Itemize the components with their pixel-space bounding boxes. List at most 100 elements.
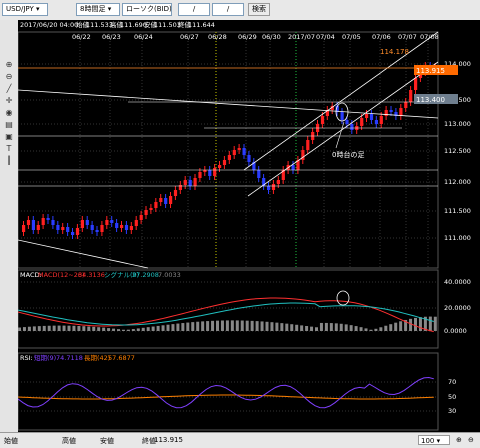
status-high-label: 高値 (62, 437, 76, 445)
candle-body (374, 120, 378, 124)
date-axis-label: 06/24 (134, 33, 153, 41)
macd-histogram-bar (67, 325, 71, 331)
candle-body (61, 227, 65, 230)
macd-histogram-bar (418, 317, 422, 331)
candle-body (100, 225, 104, 232)
candle-body (105, 220, 109, 225)
candle-body (227, 155, 231, 160)
rsi-frame (17, 352, 439, 431)
candle-body (144, 210, 148, 215)
candle-body (188, 180, 192, 186)
macd-histogram-bar (117, 329, 120, 331)
bar-count-select[interactable]: 100 ▾ (418, 435, 450, 445)
macd-histogram-bar (409, 318, 413, 331)
date-axis-label: 2017/07 (288, 33, 315, 41)
lower-trendline (17, 239, 149, 269)
macd-histogram-bar (146, 327, 150, 331)
macd-histogram-bar (344, 324, 348, 331)
eye-icon[interactable]: ◉ (3, 108, 15, 118)
macd-axis-label: 0.0000 (444, 327, 467, 335)
chart-type-select[interactable]: ローソク(BID) ▾ (122, 3, 172, 16)
candle-body (247, 155, 251, 162)
candle-body (404, 102, 408, 108)
currency-pair-select[interactable]: USD/JPY ▾ (2, 3, 48, 16)
macd-histogram-bar (136, 328, 140, 331)
macd-histogram-bar (196, 321, 200, 331)
line-tool-icon[interactable]: ╱ (3, 84, 15, 94)
search-button[interactable]: 検索 (248, 3, 270, 16)
candle-body (71, 232, 75, 235)
zoom-in-icon[interactable]: ⊕ (3, 60, 15, 70)
macd-histogram-bar (235, 320, 239, 331)
candle-body (399, 108, 403, 116)
candle-body (173, 190, 178, 196)
macd-histogram-bar (47, 325, 51, 331)
toolbar: USD/JPY ▾ 8時間足 ▾ ローソク(BID) ▾ / / 検索 (0, 0, 480, 21)
date-axis-label: 06/22 (72, 33, 91, 41)
rsi-short-name: 短期(9) (34, 353, 56, 362)
macd-axis-label: 40.0000 (444, 278, 471, 286)
zoom-in-status-icon[interactable]: ⊕ (456, 436, 462, 444)
candle-body (51, 220, 55, 225)
macd-histogram-bar (270, 322, 274, 331)
annotation-arrow (335, 121, 345, 149)
print-icon[interactable]: ▤ (3, 120, 15, 130)
macd-histogram-bar (211, 320, 215, 331)
macd-histogram-bar (141, 327, 145, 331)
channel-lower-line (247, 61, 439, 197)
ruler-icon[interactable]: ┃ (3, 156, 15, 166)
candle-body (276, 180, 280, 184)
candle-body (271, 184, 276, 190)
macd-histogram-bar (52, 325, 56, 331)
candle-body (85, 220, 89, 225)
macd-histogram-bar (156, 325, 160, 331)
macd-histogram-bar (374, 328, 378, 331)
main-chart-date-lines: 06/22 06/23 06/24 06/27 06/28 06/29 06/30 2017/… (72, 32, 439, 268)
candle-body (115, 223, 119, 228)
ohlc-high: 111.690 (120, 21, 147, 29)
currency-pair-value: USD/JPY (6, 5, 34, 13)
chart-svg[interactable]: 2017/06/20 04:00 始値 111.533 高値 111.690 安… (17, 20, 480, 432)
status-open-label: 始値 (4, 437, 18, 445)
candle-body (369, 114, 374, 120)
search-button-label: 検索 (252, 5, 266, 13)
candle-body (95, 230, 99, 232)
date-from-input[interactable]: / (178, 3, 210, 16)
chart-area[interactable]: 2017/06/20 04:00 始値 111.533 高値 111.690 安… (17, 20, 480, 432)
ohlc-low: 111.503 (154, 21, 181, 29)
macd-histogram-bar (225, 320, 229, 331)
candle-body (36, 225, 40, 230)
text-tool-icon[interactable]: T (3, 144, 15, 154)
status-bar: 始値 高値 安値 終値 113.915 100 ▾ ⊕ ⊖ (0, 432, 480, 448)
macd-histogram-bar (319, 322, 323, 331)
macd-histogram-bar (260, 321, 264, 331)
macd-histogram-bar (354, 326, 358, 331)
zoom-out-icon[interactable]: ⊖ (3, 72, 15, 82)
candle-body (320, 116, 325, 124)
timeframe-value: 8時間足 (80, 5, 106, 13)
candle-body (134, 220, 138, 226)
macd-histogram-bar (27, 326, 31, 331)
save-icon[interactable]: ▣ (3, 132, 15, 142)
zoom-out-status-icon[interactable]: ⊖ (468, 436, 474, 444)
crosshair-icon[interactable]: ✛ (3, 96, 15, 106)
candle-body (198, 172, 202, 178)
candle-body (46, 218, 50, 220)
status-low-label: 安値 (100, 437, 114, 445)
macd-histogram-bar (305, 326, 309, 331)
candle-body (159, 198, 163, 202)
date-to-input[interactable]: / (212, 3, 244, 16)
timeframe-select[interactable]: 8時間足 ▾ (76, 3, 120, 16)
macd-histogram-bar (280, 323, 284, 331)
macd-panel: 40.0000 20.0000 0.0000 (17, 269, 471, 349)
macd-histogram-bar (245, 320, 249, 331)
tool-sidebar: ⊕ ⊖ ╱ ✛ ◉ ▤ ▣ T ┃ (0, 20, 19, 432)
macd-histogram-bar (102, 327, 106, 331)
price-axis-label: 112.000 (444, 178, 471, 186)
macd-histogram-bar (379, 327, 383, 331)
macd-histogram-bar (171, 324, 175, 331)
macd-histogram-bar (97, 327, 101, 331)
candle-body (306, 140, 310, 150)
macd-histogram-bar (329, 323, 333, 331)
macd-axis-label: 20.0000 (444, 304, 471, 312)
